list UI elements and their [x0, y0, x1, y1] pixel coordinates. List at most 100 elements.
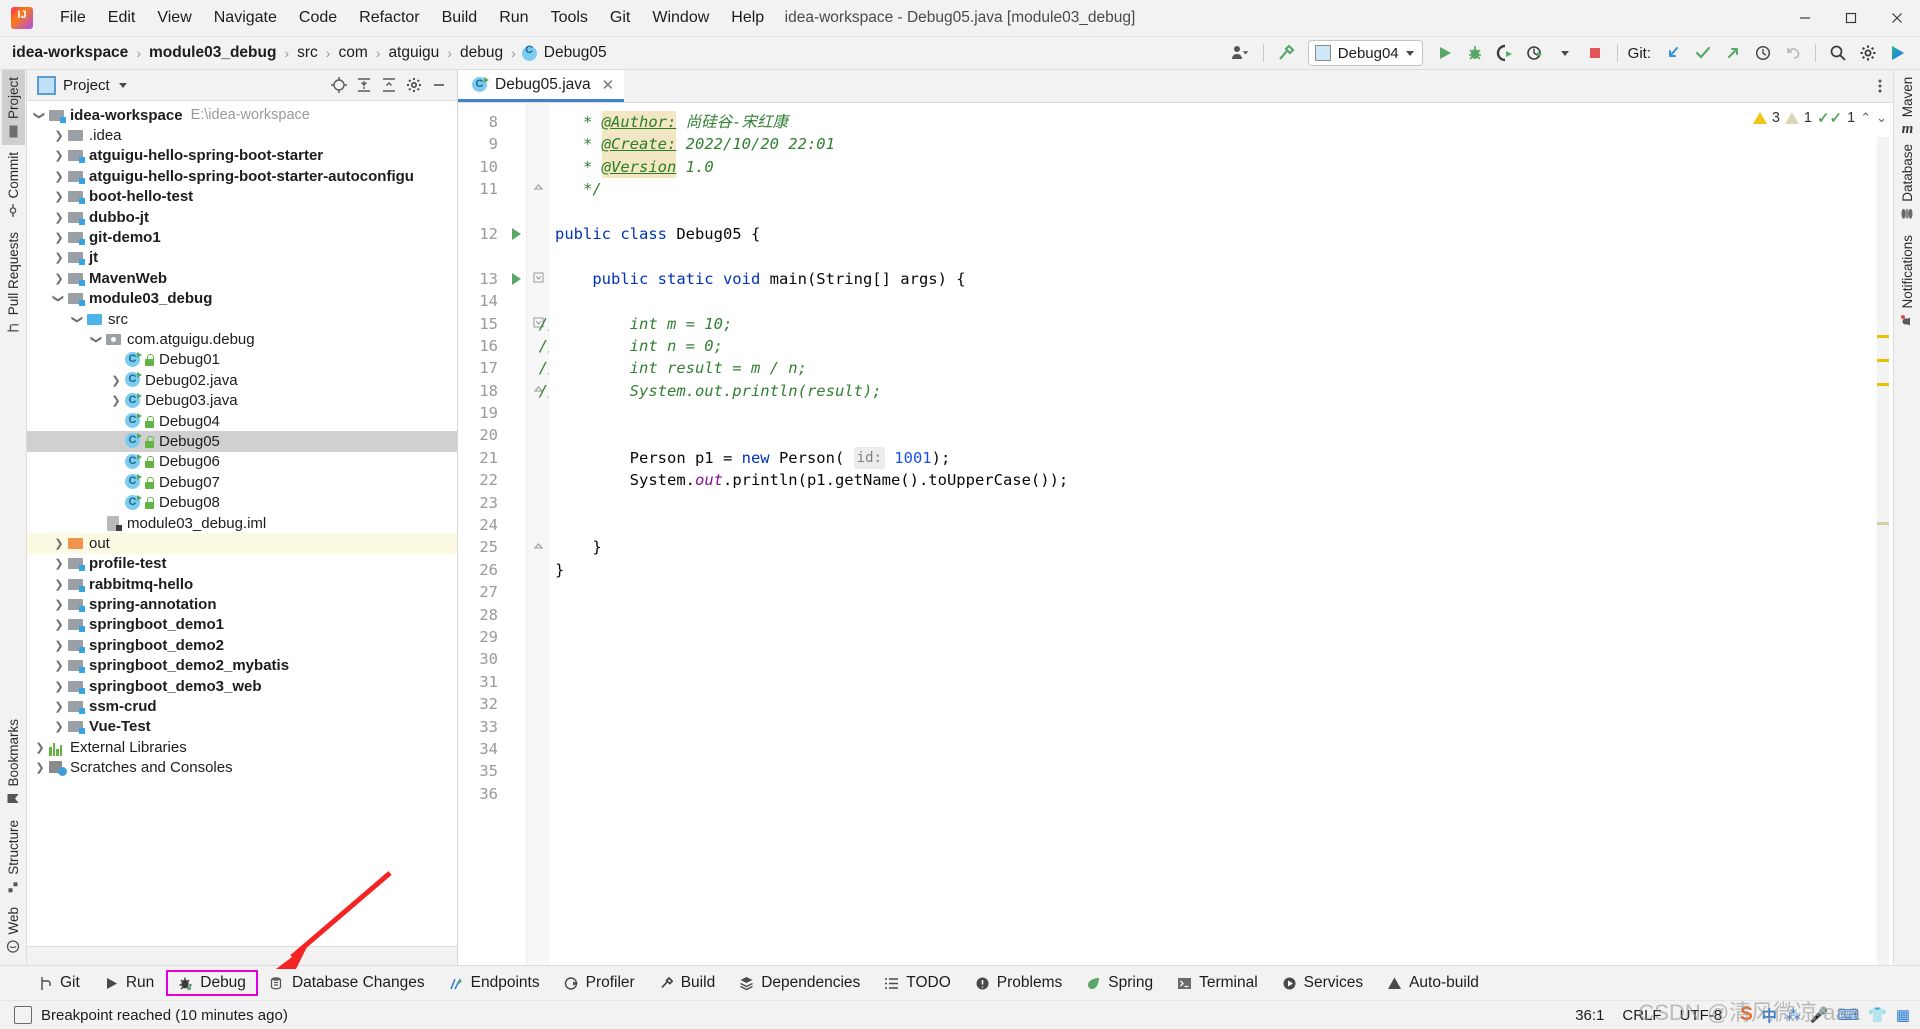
chevron-right-icon[interactable]: ❯ — [52, 720, 66, 733]
menu-item-git[interactable]: Git — [599, 5, 641, 31]
chevron-down-icon[interactable]: ❯ — [71, 313, 85, 326]
tree-node[interactable]: ❯ profile-test — [27, 554, 457, 574]
debug-button[interactable] — [1461, 40, 1489, 66]
gutter-row[interactable]: 19 — [458, 402, 526, 424]
bottom-tool-profiler[interactable]: Profiler — [552, 970, 647, 996]
code-line[interactable]: int n = 0; — [549, 335, 1893, 357]
tree-node[interactable]: ❯ Debug08 — [27, 492, 457, 512]
code-editor[interactable]: 8 9 10 11 12 13 14 15 16 17 18 19 20 21 22 23 24 25 26 27 28… — [458, 103, 1893, 965]
menu-item-run[interactable]: Run — [488, 5, 539, 31]
breadcrumb-segment-0[interactable]: idea-workspace — [10, 43, 130, 63]
fold-row[interactable] — [527, 178, 549, 200]
fold-row[interactable] — [527, 223, 549, 245]
code-line[interactable] — [549, 492, 1893, 514]
fold-row[interactable]: // — [527, 335, 558, 357]
chevron-down-icon[interactable]: ❯ — [90, 333, 104, 346]
code-line[interactable] — [549, 604, 1893, 626]
fold-row[interactable] — [527, 738, 549, 760]
sogou-icon[interactable]: S — [1740, 1004, 1753, 1026]
tree-node[interactable]: ❯ MavenWeb — [27, 268, 457, 288]
gutter-row[interactable]: 16 — [458, 335, 526, 357]
fold-end-icon[interactable] — [533, 180, 544, 198]
code-line[interactable] — [549, 626, 1893, 648]
menu-item-help[interactable]: Help — [720, 5, 775, 31]
chevron-down-icon[interactable] — [118, 82, 127, 88]
chevron-right-icon[interactable]: ❯ — [52, 231, 66, 244]
fold-row[interactable] — [527, 156, 549, 178]
sidebar-item-maven[interactable]: m Maven — [1895, 70, 1920, 137]
chevron-right-icon[interactable]: ❯ — [52, 251, 66, 264]
ime-shirt-icon[interactable]: 👕 — [1868, 1006, 1887, 1024]
fold-column[interactable]: //////// — [527, 103, 558, 965]
git-update-icon[interactable] — [1659, 40, 1687, 66]
ime-grid-icon[interactable]: ▦ — [1896, 1006, 1910, 1024]
bottom-tool-database-changes[interactable]: Database Changes — [258, 970, 437, 996]
gutter-row[interactable]: 30 — [458, 648, 526, 670]
file-encoding[interactable]: UTF-8 — [1680, 1007, 1723, 1024]
code-line[interactable]: } — [549, 536, 1893, 558]
fold-row[interactable] — [527, 424, 549, 446]
fold-end-icon[interactable] — [533, 539, 544, 557]
sidebar-item-structure[interactable]: Structure — [2, 813, 25, 901]
expand-all-icon[interactable] — [352, 73, 376, 97]
fold-row[interactable] — [527, 245, 549, 267]
bottom-tool-dependencies[interactable]: Dependencies — [727, 970, 872, 996]
gutter-row[interactable]: 18 — [458, 380, 526, 402]
editor-tab-debug05[interactable]: Debug05.java ✕ — [458, 70, 625, 102]
code-line[interactable] — [549, 783, 1893, 805]
search-everywhere-icon[interactable] — [1824, 40, 1852, 66]
sidebar-item-commit[interactable]: Commit — [2, 145, 25, 225]
tree-node[interactable]: ❯ module03_debug — [27, 289, 457, 309]
maximize-button[interactable] — [1828, 1, 1874, 36]
next-problem-icon[interactable]: ⌄ — [1876, 110, 1887, 126]
chevron-right-icon[interactable]: ❯ — [109, 374, 123, 387]
tree-node[interactable]: ❯ out — [27, 533, 457, 554]
fold-row[interactable] — [527, 133, 549, 155]
ime-keyboard-icon[interactable]: ⌨ — [1837, 1006, 1859, 1024]
code-line[interactable] — [549, 693, 1893, 715]
tree-node[interactable]: ❯ External Libraries — [27, 737, 457, 757]
fold-row[interactable] — [527, 111, 549, 133]
line-separator[interactable]: CRLF — [1622, 1007, 1661, 1024]
bottom-tool-terminal[interactable]: Terminal — [1165, 970, 1270, 996]
chevron-right-icon[interactable]: ❯ — [52, 680, 66, 693]
tree-node[interactable]: ❯ com.atguigu.debug — [27, 329, 457, 349]
gutter-row[interactable]: 13 — [458, 268, 526, 290]
fold-row[interactable] — [527, 783, 549, 805]
prev-problem-icon[interactable]: ⌃ — [1860, 110, 1871, 126]
chevron-right-icon[interactable]: ❯ — [109, 394, 123, 407]
fold-row[interactable] — [527, 447, 549, 469]
run-gutter-icon[interactable] — [506, 272, 526, 285]
fold-row[interactable] — [527, 514, 549, 536]
gutter-row[interactable] — [458, 201, 526, 223]
fold-row[interactable] — [527, 268, 549, 290]
gutter-row[interactable]: 24 — [458, 514, 526, 536]
bottom-tool-problems[interactable]: Problems — [963, 970, 1074, 996]
gutter-row[interactable]: 10 — [458, 156, 526, 178]
chevron-right-icon[interactable]: ❯ — [52, 639, 66, 652]
menu-item-build[interactable]: Build — [431, 5, 489, 31]
code-line[interactable] — [549, 424, 1893, 446]
code-line[interactable]: Person p1 = new Person( id: 1001); — [549, 446, 1893, 470]
breadcrumb-segment-5[interactable]: debug — [458, 43, 505, 63]
chevron-down-icon[interactable]: ❯ — [33, 109, 47, 122]
tree-node[interactable]: ❯ Scratches and Consoles — [27, 758, 457, 778]
code-line[interactable]: public class Debug05 { — [549, 223, 1893, 245]
chevron-right-icon[interactable]: ❯ — [52, 211, 66, 224]
fold-row[interactable] — [527, 469, 549, 491]
locate-icon[interactable] — [327, 73, 351, 97]
tree-node[interactable]: ❯ src — [27, 309, 457, 329]
collapse-all-icon[interactable] — [377, 73, 401, 97]
run-gutter-icon[interactable] — [506, 228, 526, 241]
tree-node[interactable]: ❯ Debug02.java — [27, 370, 457, 390]
chevron-right-icon[interactable]: ❯ — [33, 761, 47, 774]
ime-dot-icon[interactable]: ⁂ — [1786, 1006, 1801, 1024]
gutter-row[interactable]: 12 — [458, 223, 526, 245]
close-icon[interactable]: ✕ — [602, 76, 615, 94]
code-line[interactable]: int result = m / n; — [549, 357, 1893, 379]
fold-row[interactable] — [527, 648, 549, 670]
user-dropdown-icon[interactable] — [1227, 40, 1255, 66]
fold-row[interactable]: // — [527, 380, 557, 402]
breadcrumb-segment-4[interactable]: atguigu — [386, 43, 441, 63]
bottom-tool-endpoints[interactable]: Endpoints — [437, 970, 552, 996]
